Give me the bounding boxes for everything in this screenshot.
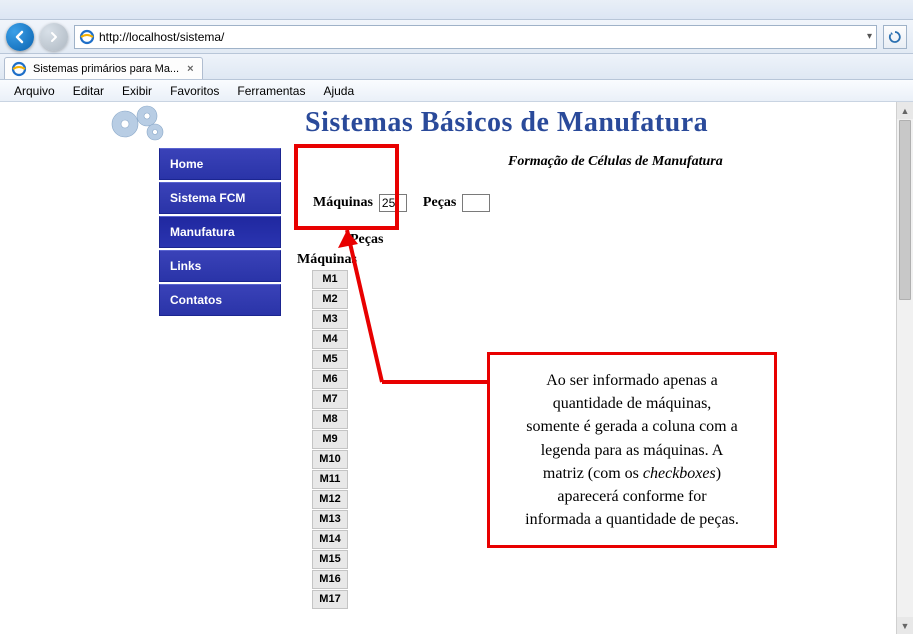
callout-text: informada a quantidade de peças. [525, 511, 739, 528]
menu-arquivo[interactable]: Arquivo [6, 82, 63, 100]
menu-exibir[interactable]: Exibir [114, 82, 160, 100]
machine-cell: M14 [312, 530, 348, 549]
callout-text-em: checkboxes [643, 465, 716, 482]
menu-favoritos[interactable]: Favoritos [162, 82, 227, 100]
page-title: Sistemas Básicos de Manufatura [305, 107, 708, 139]
machine-cell: M8 [312, 410, 348, 429]
machine-cell: M1 [312, 270, 348, 289]
tab-active[interactable]: Sistemas primários para Ma... × [4, 57, 203, 79]
tab-close-icon[interactable]: × [185, 63, 195, 75]
sidebar-item-sistema-fcm[interactable]: Sistema FCM [159, 182, 281, 214]
machine-cell: M17 [312, 590, 348, 609]
gears-logo-icon [105, 102, 175, 144]
callout-text: aparecerá conforme for [557, 488, 706, 505]
window-titlebar [0, 0, 913, 20]
sidebar-item-home[interactable]: Home [159, 148, 281, 180]
pecas-label: Peças [423, 195, 456, 211]
reload-button[interactable] [883, 25, 907, 49]
machine-cell: M13 [312, 510, 348, 529]
callout-text: ) [716, 465, 721, 482]
scrollbar[interactable]: ▲ ▼ [896, 102, 913, 634]
callout-text: matriz (com os [543, 465, 643, 482]
sidebar-item-manufatura[interactable]: Manufatura [159, 216, 281, 248]
scroll-up-icon[interactable]: ▲ [897, 102, 913, 119]
callout-text: legenda para as máquinas. A [541, 442, 724, 459]
scroll-thumb[interactable] [899, 120, 911, 300]
ie-icon [79, 29, 95, 45]
matrix-maquinas-header: Máquinas [297, 252, 357, 268]
annotation-highlight-box [294, 144, 399, 230]
machine-cell: M4 [312, 330, 348, 349]
maquinas-label: Máquinas [313, 195, 373, 211]
tabs-row: Sistemas primários para Ma... × [0, 54, 913, 80]
machine-cell: M7 [312, 390, 348, 409]
annotation-callout: Ao ser informado apenas a quantidade de … [487, 352, 777, 548]
machine-cell: M15 [312, 550, 348, 569]
scroll-down-icon[interactable]: ▼ [897, 617, 913, 634]
machine-cell: M10 [312, 450, 348, 469]
matrix-pecas-header: Peças [350, 232, 383, 248]
maquinas-input[interactable] [379, 194, 407, 212]
page-header: Sistemas Básicos de Manufatura [105, 102, 805, 144]
menu-editar[interactable]: Editar [65, 82, 112, 100]
machine-cell: M16 [312, 570, 348, 589]
form-row: Máquinas Peças [313, 194, 490, 212]
callout-text: Ao ser informado apenas a [546, 372, 718, 389]
machine-cell: M2 [312, 290, 348, 309]
address-bar: ▾ [74, 25, 877, 49]
callout-text: somente é gerada a coluna com a [526, 418, 737, 435]
machine-cell: M11 [312, 470, 348, 489]
machine-cell: M12 [312, 490, 348, 509]
sidebar-item-links[interactable]: Links [159, 250, 281, 282]
page-content: Sistemas Básicos de Manufatura Formação … [0, 102, 913, 634]
tab-title: Sistemas primários para Ma... [33, 63, 179, 75]
dropdown-icon[interactable]: ▾ [867, 31, 872, 42]
browser-nav-bar: ▾ [0, 20, 913, 54]
machine-cell: M5 [312, 350, 348, 369]
machine-cell: M3 [312, 310, 348, 329]
ie-icon [11, 61, 27, 77]
url-input[interactable] [99, 27, 863, 47]
menu-ferramentas[interactable]: Ferramentas [229, 82, 313, 100]
sidebar-nav: Home Sistema FCM Manufatura Links Contat… [159, 148, 281, 318]
callout-text: quantidade de máquinas, [553, 395, 712, 412]
machine-cell: M9 [312, 430, 348, 449]
machine-cell: M6 [312, 370, 348, 389]
back-button[interactable] [6, 23, 34, 51]
menu-ajuda[interactable]: Ajuda [315, 82, 362, 100]
machine-column: M1 M2 M3 M4 M5 M6 M7 M8 M9 M10 M11 M12 M… [312, 270, 348, 610]
page-subtitle: Formação de Células de Manufatura [508, 154, 723, 170]
pecas-input[interactable] [462, 194, 490, 212]
menu-bar: Arquivo Editar Exibir Favoritos Ferramen… [0, 80, 913, 102]
sidebar-item-contatos[interactable]: Contatos [159, 284, 281, 316]
forward-button[interactable] [40, 23, 68, 51]
